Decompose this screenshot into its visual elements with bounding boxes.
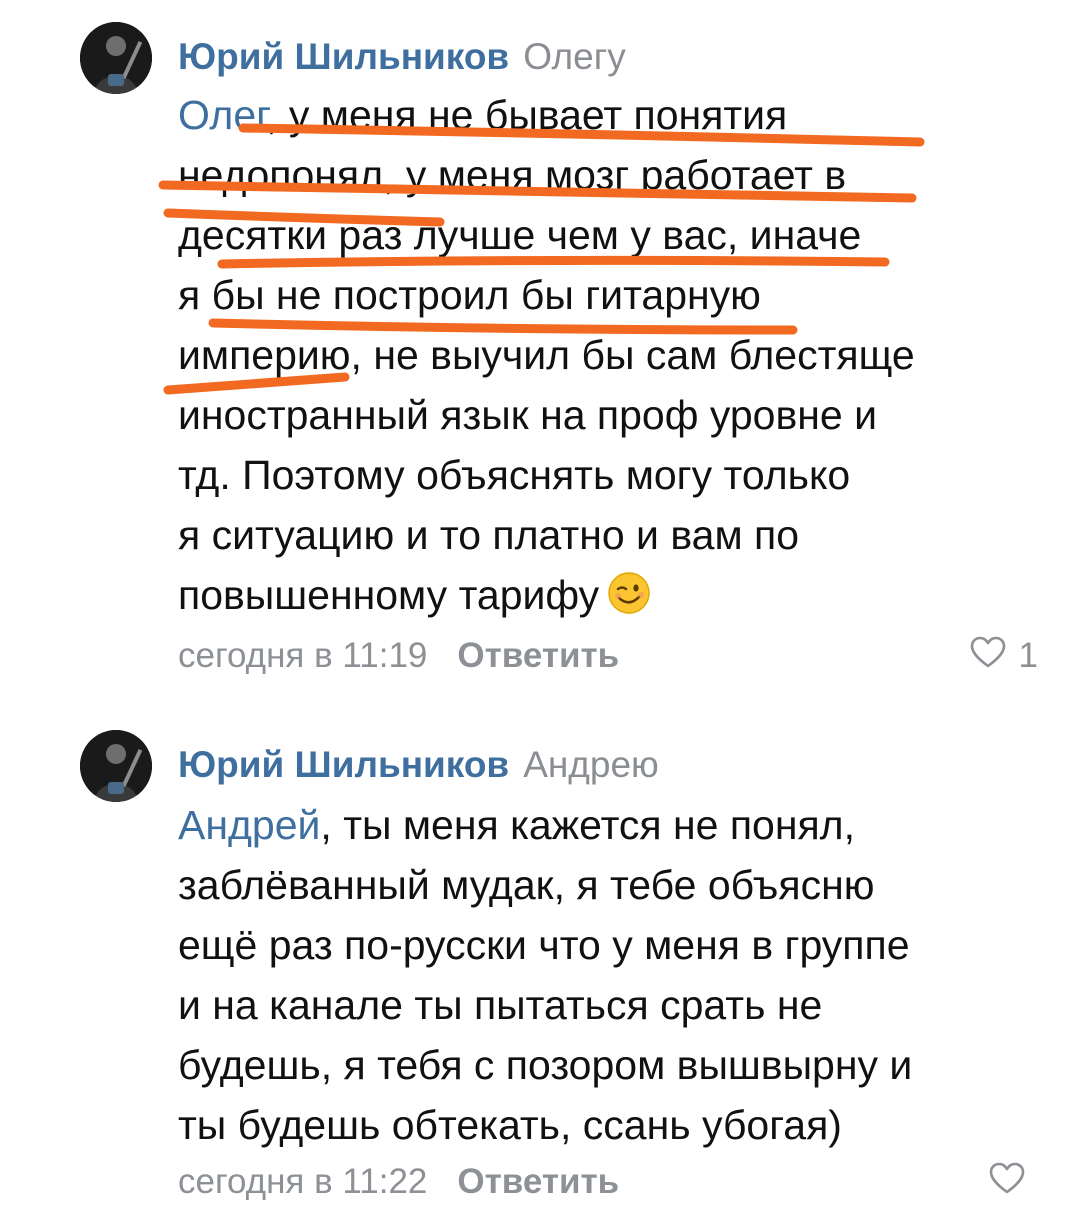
reply-to[interactable]: Андрею [523,744,659,785]
comment-meta: сегодня в 11:19 Ответить [178,634,619,678]
likes-count: 1 [1018,636,1038,675]
author-name[interactable]: Юрий Шильников [178,36,509,77]
author-name[interactable]: Юрий Шильников [178,744,509,785]
text-line: заблёванный мудак, я тебе объясню [178,862,875,908]
avatar[interactable] [80,730,152,802]
text-line: ты будешь обтекать, ссань убогая) [178,1102,842,1148]
text-line: повышенному тарифу [178,565,1038,625]
text-line: Олег, у меня не бывает понятия [178,92,788,138]
mention-link[interactable]: Андрей [178,802,320,848]
like-button[interactable] [988,1160,1038,1204]
text-line: империю, не выучил бы сам блестяще [178,332,915,378]
reply-to[interactable]: Олегу [523,36,626,77]
text-line: ещё раз по-русски что у меня в группе [178,922,910,968]
heart-icon [988,1161,1026,1204]
timestamp: сегодня в 11:19 [178,636,428,675]
text-line: тд. Поэтому объяснять могу только [178,452,851,498]
text-line: я ситуацию и то платно и вам по [178,512,800,558]
comment-header: Юрий Шильников Олегу [178,35,626,79]
text-line: я бы не построил бы гитарную [178,272,761,318]
reply-button[interactable]: Ответить [457,1162,619,1201]
comment-header: Юрий Шильников Андрею [178,743,659,787]
text-line: Андрей, ты меня кажется не понял, [178,802,855,848]
reply-button[interactable]: Ответить [457,636,619,675]
text-line: будешь, я тебя с позором вышвырну и [178,1042,913,1088]
text-line: и на канале ты пытаться срать не [178,982,823,1028]
timestamp: сегодня в 11:22 [178,1162,428,1201]
comment-text: Андрей, ты меня кажется не понял, заблёв… [178,795,1038,1155]
like-button[interactable]: 1 [969,634,1038,678]
text-line: недопонял, у меня мозг работает в [178,152,847,198]
comment-text: Олег, у меня не бывает понятия недопонял… [178,85,1038,625]
text-line: десятки раз лучше чем у вас, иначе [178,212,862,258]
avatar[interactable] [80,22,152,94]
mention-link[interactable]: Олег [178,92,266,138]
heart-icon [969,635,1007,678]
text-line: иностранный язык на проф уровне и [178,392,878,438]
comment-meta: сегодня в 11:22 Ответить [178,1160,619,1204]
winking-face-icon [607,571,651,615]
